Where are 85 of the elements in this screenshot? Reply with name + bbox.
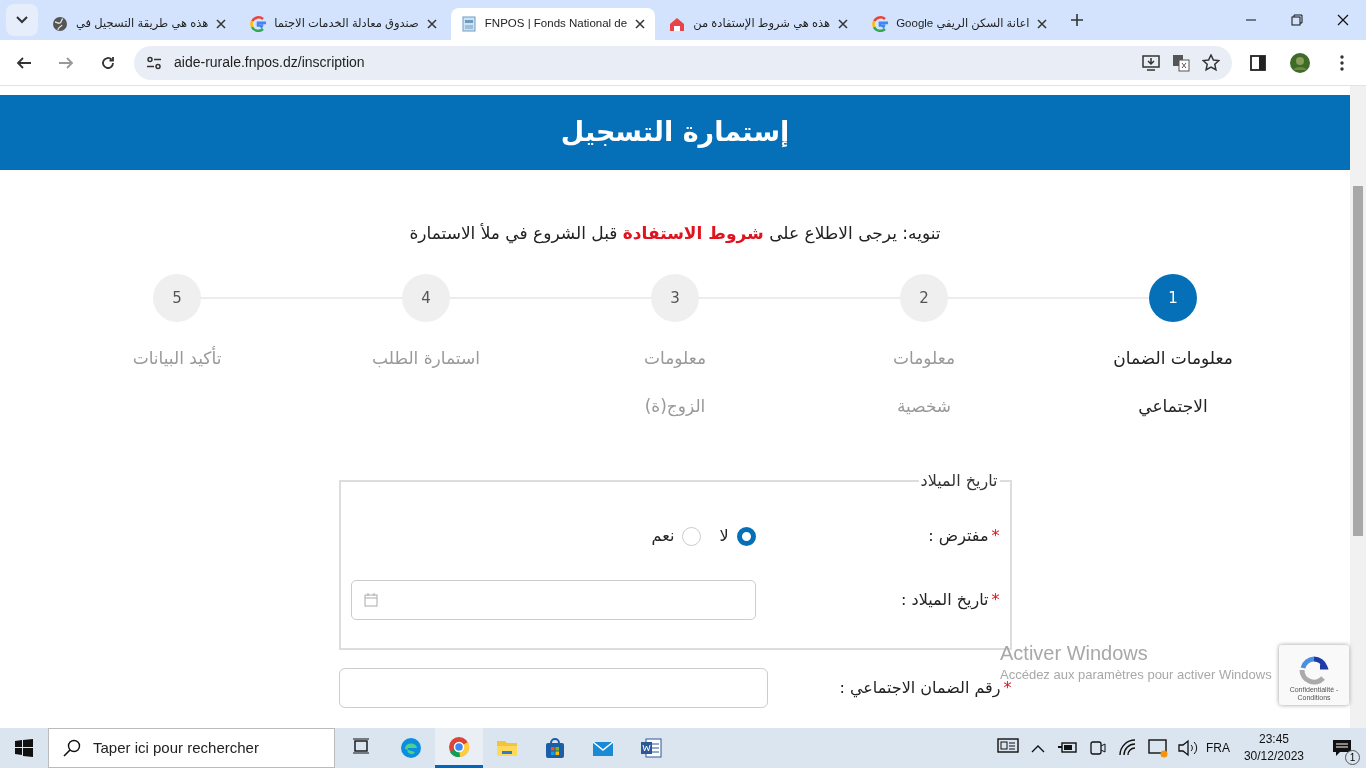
field-label: * مفترض :	[927, 525, 1000, 548]
address-bar[interactable]: aide-rurale.fnpos.dz/inscription	[134, 45, 1232, 80]
step-label: شخصية	[895, 395, 953, 418]
close-icon[interactable]	[426, 19, 437, 29]
text-field[interactable]	[338, 668, 768, 708]
close-icon[interactable]	[838, 19, 849, 29]
translate-icon[interactable]	[1172, 53, 1190, 72]
reload-icon	[100, 54, 116, 71]
edge-icon	[400, 737, 422, 759]
store-icon	[544, 737, 566, 759]
tab-title: اعانة السكن الريفي Google	[896, 16, 1030, 32]
activation-title: Activer Windows	[1000, 641, 1149, 665]
step-label: معلومات	[893, 347, 955, 370]
page-title: إستمارة التسجيل	[560, 115, 790, 150]
browser-tab[interactable]: FNPOS | Fonds National de	[450, 8, 656, 40]
step-number[interactable]: 1	[1149, 274, 1197, 322]
clock-date[interactable]: 30/12/2023	[1243, 748, 1304, 765]
install-icon[interactable]	[1142, 54, 1160, 71]
notice-text: تنويه: يرجى الاطلاع على شروط الاستفادة قبل الشروع في ملأ الاستمارة	[408, 222, 942, 246]
date-field[interactable]	[350, 580, 756, 620]
g-logo-icon	[250, 16, 267, 32]
chat-bubble-icon	[1332, 738, 1352, 758]
search-placeholder: Taper ici pour rechercher	[93, 737, 259, 758]
language-indicator[interactable]: FRA	[1205, 739, 1230, 757]
word-icon	[640, 737, 662, 759]
step-number[interactable]: 5	[153, 274, 201, 322]
close-icon[interactable]	[216, 19, 227, 29]
close-icon	[1337, 14, 1349, 26]
windows-logo-icon	[15, 739, 33, 757]
required-mark: *	[991, 590, 1000, 609]
taskbar-search[interactable]: Taper ici pour rechercher	[48, 728, 335, 768]
site-settings-icon[interactable]	[146, 55, 162, 70]
close-icon[interactable]	[1037, 19, 1048, 29]
chevron-down-icon	[16, 16, 28, 24]
step-label: استمارة الطلب	[372, 347, 480, 370]
house-icon	[669, 16, 686, 32]
side-panel-icon	[1250, 54, 1266, 71]
avatar-icon	[1289, 51, 1311, 74]
tab-search-button[interactable]	[6, 4, 38, 36]
step-number[interactable]: 4	[402, 274, 450, 322]
display-icon	[1146, 737, 1169, 759]
notifications-button[interactable]: 1	[1318, 728, 1366, 768]
step-number[interactable]: 2	[900, 274, 948, 322]
more-icon	[1340, 54, 1344, 71]
browser-tab[interactable]: هذه هي طريقة التسجيل في	[42, 8, 237, 40]
scrollbar-thumb[interactable]	[1353, 186, 1363, 536]
scrollbar[interactable]	[1350, 86, 1366, 728]
radio-option[interactable]: لا	[719, 524, 756, 548]
back-arrow-icon	[16, 54, 32, 71]
browser-tab[interactable]: اعانة السكن الريفي Google	[862, 8, 1058, 40]
clock-time[interactable]: 23:45	[1243, 731, 1304, 748]
browser-tab[interactable]: صندوق معادلة الخدمات الاجتما	[240, 8, 447, 40]
required-mark: *	[991, 526, 1000, 545]
star-icon[interactable]	[1202, 53, 1220, 72]
fieldset-legend: تاريخ الميلاد	[918, 470, 1000, 492]
chrome-icon	[448, 735, 470, 758]
tab-title: FNPOS | Fonds National de	[484, 16, 628, 32]
chevron-up-icon	[1030, 743, 1045, 753]
taskbar-app[interactable]	[435, 728, 483, 768]
search-icon	[63, 739, 81, 757]
plus-icon	[1071, 14, 1084, 26]
url-text: aide-rurale.fnpos.dz/inscription	[174, 53, 365, 72]
step-label: معلومات	[644, 347, 706, 370]
tab-title: هذه هي طريقة التسجيل في	[76, 16, 209, 32]
tab-title: هذه هي شروط الإستفادة من	[693, 16, 831, 32]
forward-arrow-icon	[58, 54, 74, 71]
g-logo-icon	[872, 16, 889, 32]
tab-title: صندوق معادلة الخدمات الاجتما	[274, 16, 419, 32]
globe-icon	[52, 16, 68, 32]
step-label: معلومات الضمان	[1113, 347, 1233, 370]
step-label: الاجتماعي	[1137, 395, 1209, 419]
browser-tab[interactable]: هذه هي شروط الإستفادة من	[659, 8, 859, 40]
notification-count: 1	[1345, 750, 1360, 765]
restore-icon	[1291, 14, 1303, 26]
volume-icon	[1176, 737, 1199, 759]
field-label: * تاريخ الميلاد :	[900, 589, 1000, 612]
calendar-icon	[363, 593, 378, 607]
step-label: الزوج(ة)	[644, 395, 706, 419]
document-icon	[460, 16, 477, 32]
close-icon[interactable]	[635, 19, 646, 29]
radio-option[interactable]: نعم	[651, 524, 702, 548]
step-label: تأكيد البيانات	[132, 345, 222, 370]
step-number[interactable]: 3	[651, 274, 699, 322]
recaptcha-icon	[1297, 656, 1331, 686]
conditions-link[interactable]: شروط الاستفادة	[622, 223, 764, 243]
